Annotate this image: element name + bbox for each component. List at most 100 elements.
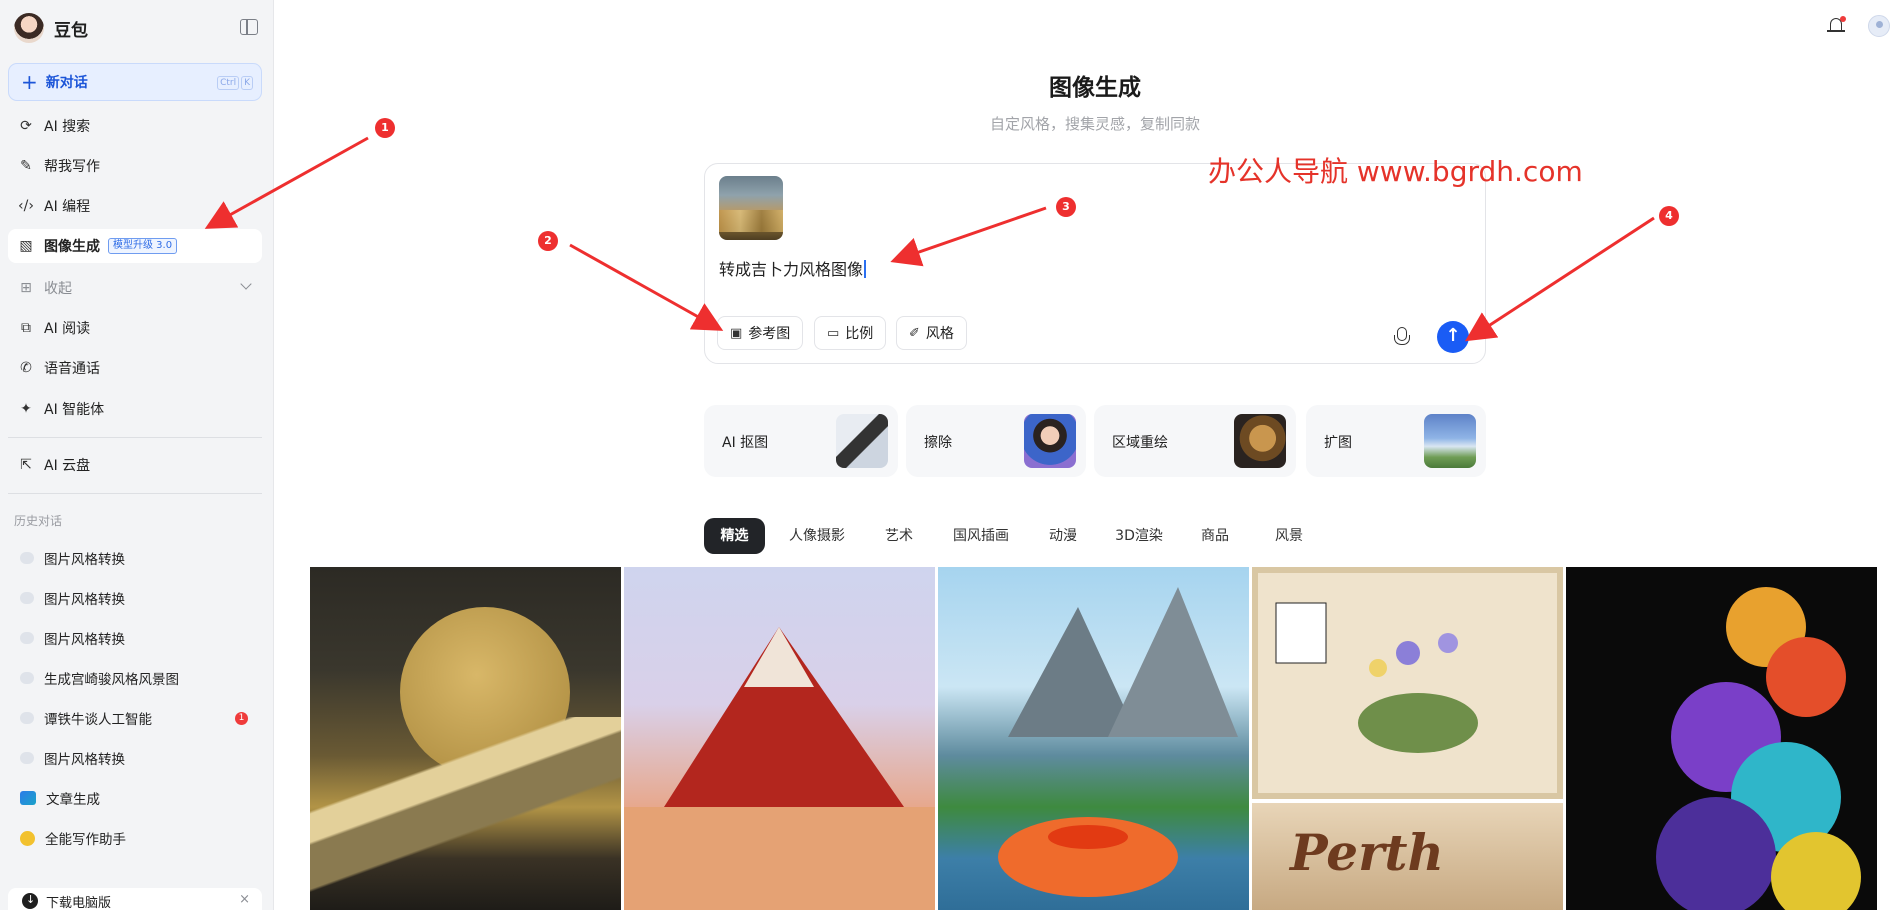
send-button[interactable]: ↑	[1437, 321, 1469, 353]
perth-sign: Perth	[1290, 823, 1444, 882]
tab-3d[interactable]: 3D渲染	[1107, 518, 1171, 554]
tab-landscape[interactable]: 风景	[1259, 518, 1319, 554]
sidebar-item-label: 帮我写作	[44, 159, 100, 175]
download-icon	[22, 893, 38, 909]
history-item[interactable]: 图片风格转换	[8, 621, 262, 655]
code-icon: ‹/›	[18, 198, 34, 214]
history-item-label: 图片风格转换	[44, 592, 125, 608]
tool-erase[interactable]: 擦除	[906, 405, 1086, 477]
sidebar-item-image-gen[interactable]: ▧ 图像生成 模型升级 3.0	[8, 229, 262, 263]
notification-bell-icon[interactable]	[1827, 16, 1846, 36]
tab-product[interactable]: 商品	[1185, 518, 1245, 554]
sidebar-item-reading[interactable]: ⧉ AI 阅读	[8, 311, 262, 345]
sidebar-item-agents[interactable]: ✦ AI 智能体	[8, 392, 262, 426]
annotation-marker-4: 4	[1659, 206, 1679, 226]
history-item[interactable]: 图片风格转换	[8, 741, 262, 775]
chip-label: 风格	[925, 326, 954, 342]
botanical-illustration	[1275, 602, 1478, 753]
sidebar-item-label: AI 智能体	[44, 402, 105, 418]
chat-bubble-icon	[20, 712, 34, 724]
brush-icon: ✐	[909, 325, 920, 341]
annotation-marker-2: 2	[538, 231, 558, 251]
history-item[interactable]: 谭铁牛谈人工智能 1	[8, 701, 262, 735]
tool-thumbnail	[1424, 414, 1476, 468]
sidebar-item-label: AI 编程	[44, 199, 91, 215]
ratio-icon: ▭	[827, 325, 840, 341]
upgrade-badge: 模型升级 3.0	[108, 238, 178, 254]
chat-bubble-icon	[20, 552, 34, 564]
smoke-illustration	[1656, 587, 1861, 910]
sidebar-item-collapse[interactable]: ⊞ 收起	[8, 271, 262, 305]
notification-dot	[1840, 16, 1846, 22]
tool-thumbnail	[836, 414, 888, 468]
history-item-label: 生成宫崎骏风格风景图	[44, 672, 179, 688]
cloud-drive-icon: ⇱	[20, 457, 32, 473]
sidebar-item-label: AI 云盘	[44, 458, 91, 474]
close-icon[interactable]: ×	[239, 892, 250, 907]
article-app-icon	[20, 791, 36, 805]
sidebar-item-voice-call[interactable]: ✆ 语音通话	[8, 351, 262, 385]
annotation-marker-3: 3	[1056, 197, 1076, 217]
tab-guofeng[interactable]: 国风插画	[943, 518, 1019, 554]
sparkle-icon: ✦	[20, 401, 32, 417]
sidebar-item-cloud-drive[interactable]: ⇱ AI 云盘	[8, 448, 262, 482]
style-button[interactable]: ✐ 风格	[896, 316, 967, 350]
reference-image-button[interactable]: ▣ 参考图	[717, 316, 804, 350]
gallery-image-color-smoke[interactable]	[1566, 567, 1877, 910]
history-item[interactable]: 图片风格转换	[8, 541, 262, 575]
gallery-image-perth[interactable]: Perth	[1252, 803, 1563, 910]
history-item-label: 全能写作助手	[45, 832, 126, 848]
history-item[interactable]: 全能写作助手	[8, 821, 262, 855]
chat-bubble-icon	[20, 632, 34, 644]
sidebar-item-label: 图像生成	[44, 239, 100, 255]
history-item[interactable]: 生成宫崎骏风格风景图	[8, 661, 262, 695]
gallery-image-botanical[interactable]	[1252, 567, 1563, 799]
history-item[interactable]: 图片风格转换	[8, 581, 262, 615]
reference-image-thumbnail[interactable]	[719, 176, 783, 240]
mountain-illustration	[624, 627, 935, 910]
tab-art[interactable]: 艺术	[869, 518, 929, 554]
sidebar-item-writing[interactable]: ✎ 帮我写作	[8, 149, 262, 183]
history-item-label: 图片风格转换	[44, 752, 125, 768]
sidebar-item-label: 语音通话	[44, 361, 100, 377]
tool-label: 擦除	[924, 435, 952, 451]
salmon-illustration	[998, 587, 1238, 897]
app-name: 豆包	[54, 20, 88, 41]
prompt-input[interactable]: 转成吉卜力风格图像	[719, 256, 866, 280]
gallery-image-golden-mountains[interactable]	[310, 567, 621, 910]
tool-expand[interactable]: 扩图	[1306, 405, 1486, 477]
tab-anime[interactable]: 动漫	[1033, 518, 1093, 554]
prompt-box[interactable]: 转成吉卜力风格图像 ▣ 参考图 ▭ 比例 ✐ 风格 ↑	[704, 163, 1486, 364]
gallery-image-salmon-river[interactable]	[938, 567, 1249, 910]
annotation-marker-1: 1	[375, 118, 395, 138]
tool-region-repaint[interactable]: 区域重绘	[1094, 405, 1296, 477]
sidebar-item-label: 收起	[44, 281, 72, 297]
gallery-image-red-mountain[interactable]	[624, 567, 935, 910]
sidebar-item-label: AI 阅读	[44, 321, 91, 337]
brand[interactable]: 豆包	[14, 12, 88, 44]
tool-ai-cutout[interactable]: AI 抠图	[704, 405, 898, 477]
chevron-down-icon	[240, 278, 252, 290]
prompt-text: 转成吉卜力风格图像	[719, 260, 864, 279]
apps-icon: ⊞	[20, 280, 32, 296]
tab-featured[interactable]: 精选	[704, 518, 765, 554]
tool-label: 扩图	[1324, 435, 1352, 451]
history-item[interactable]: 文章生成	[8, 781, 262, 815]
user-avatar[interactable]	[1868, 15, 1890, 37]
book-icon: ⧉	[21, 320, 31, 336]
mountain-shape	[310, 717, 621, 910]
writing-assistant-icon	[20, 830, 35, 846]
history-item-label: 文章生成	[46, 792, 100, 808]
sidebar-item-coding[interactable]: ‹/› AI 编程	[8, 189, 262, 223]
image-icon: ▧	[19, 238, 33, 254]
text-caret	[864, 260, 866, 278]
chat-bubble-icon	[20, 592, 34, 604]
download-desktop-button[interactable]: 下载电脑版 ×	[8, 888, 262, 910]
microphone-icon[interactable]	[1394, 327, 1410, 347]
page-title: 图像生成	[1049, 75, 1141, 101]
sidebar-toggle-icon[interactable]	[240, 19, 258, 35]
chat-bubble-icon	[20, 672, 34, 684]
ratio-button[interactable]: ▭ 比例	[814, 316, 887, 350]
tab-portrait[interactable]: 人像摄影	[779, 518, 855, 554]
page-subtitle: 自定风格，搜集灵感，复制同款	[989, 115, 1200, 133]
